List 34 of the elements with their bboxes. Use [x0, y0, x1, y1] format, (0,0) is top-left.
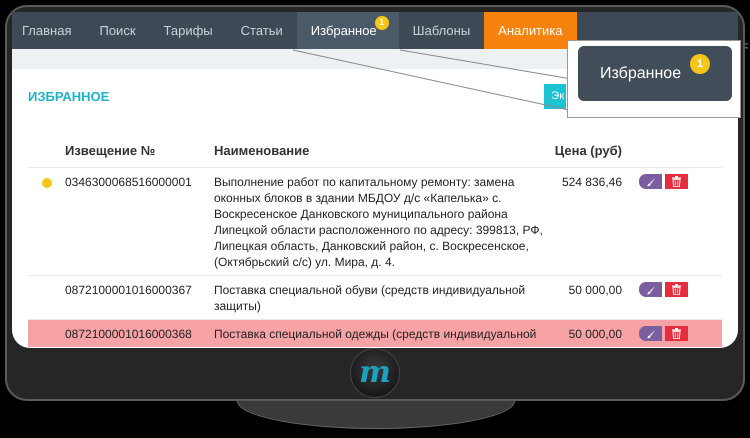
table-cell-text: Поставка специальной одежды (средств индивидуальной — [214, 326, 538, 342]
delete-button[interactable] — [665, 174, 688, 189]
trash-icon — [672, 284, 681, 295]
edit-button[interactable] — [639, 174, 662, 189]
nav-tab[interactable]: Статьи — [226, 12, 297, 49]
delete-button[interactable] — [665, 282, 688, 297]
table-cell-text: Поставка специальной обуви (средств индивидуальной защиты) — [214, 282, 526, 314]
trash-icon — [672, 328, 681, 339]
column-header: Цена (руб) — [554, 142, 622, 160]
edit-button[interactable] — [639, 282, 662, 297]
nav-tab[interactable]: Шаблоны — [398, 12, 484, 49]
nav-tab[interactable]: Поиск — [85, 12, 150, 49]
tab-label: Избранное — [600, 64, 682, 84]
nav-tab[interactable]: Тарифы — [150, 12, 227, 49]
column-header: Наименование — [214, 142, 310, 160]
table-cell-text: 0346300068516000001 — [65, 174, 193, 191]
brush-icon — [646, 284, 656, 294]
nav-tab[interactable]: Главная — [12, 12, 86, 49]
brush-icon — [646, 328, 656, 338]
column-header: Извещение № — [65, 142, 156, 160]
table-cell-text: 50 000,00 — [568, 282, 622, 299]
delete-button[interactable] — [665, 326, 688, 341]
table-cell-text: Выполнение работ по капитальному ремонту: замена оконных блоков в здании МБДОУ д/с «Капелька» с. Воскресенское Данковского муниципального района Липецкой области расположенного по адресу: 399813, РФ, Липецкая область, Данковский район, с. Воскресенское, (Октябрьский с/с) ул. Мира, д. 4. — [214, 174, 544, 270]
logo: m — [350, 348, 400, 398]
edit-button[interactable] — [639, 326, 662, 341]
table-cell-text: 0872100001016000367 — [65, 282, 193, 299]
table-cell-text: 0872100001016000368 — [65, 326, 193, 342]
brush-icon — [646, 176, 656, 186]
table-cell-text: 524 836,46 — [560, 174, 622, 191]
table-cell-text: 50 000,00 — [568, 326, 622, 342]
count-badge: 1 — [374, 16, 389, 30]
trash-icon — [672, 176, 681, 187]
page-title: ИЗБРАННОЕ — [28, 88, 110, 106]
count-badge: 1 — [690, 54, 710, 74]
